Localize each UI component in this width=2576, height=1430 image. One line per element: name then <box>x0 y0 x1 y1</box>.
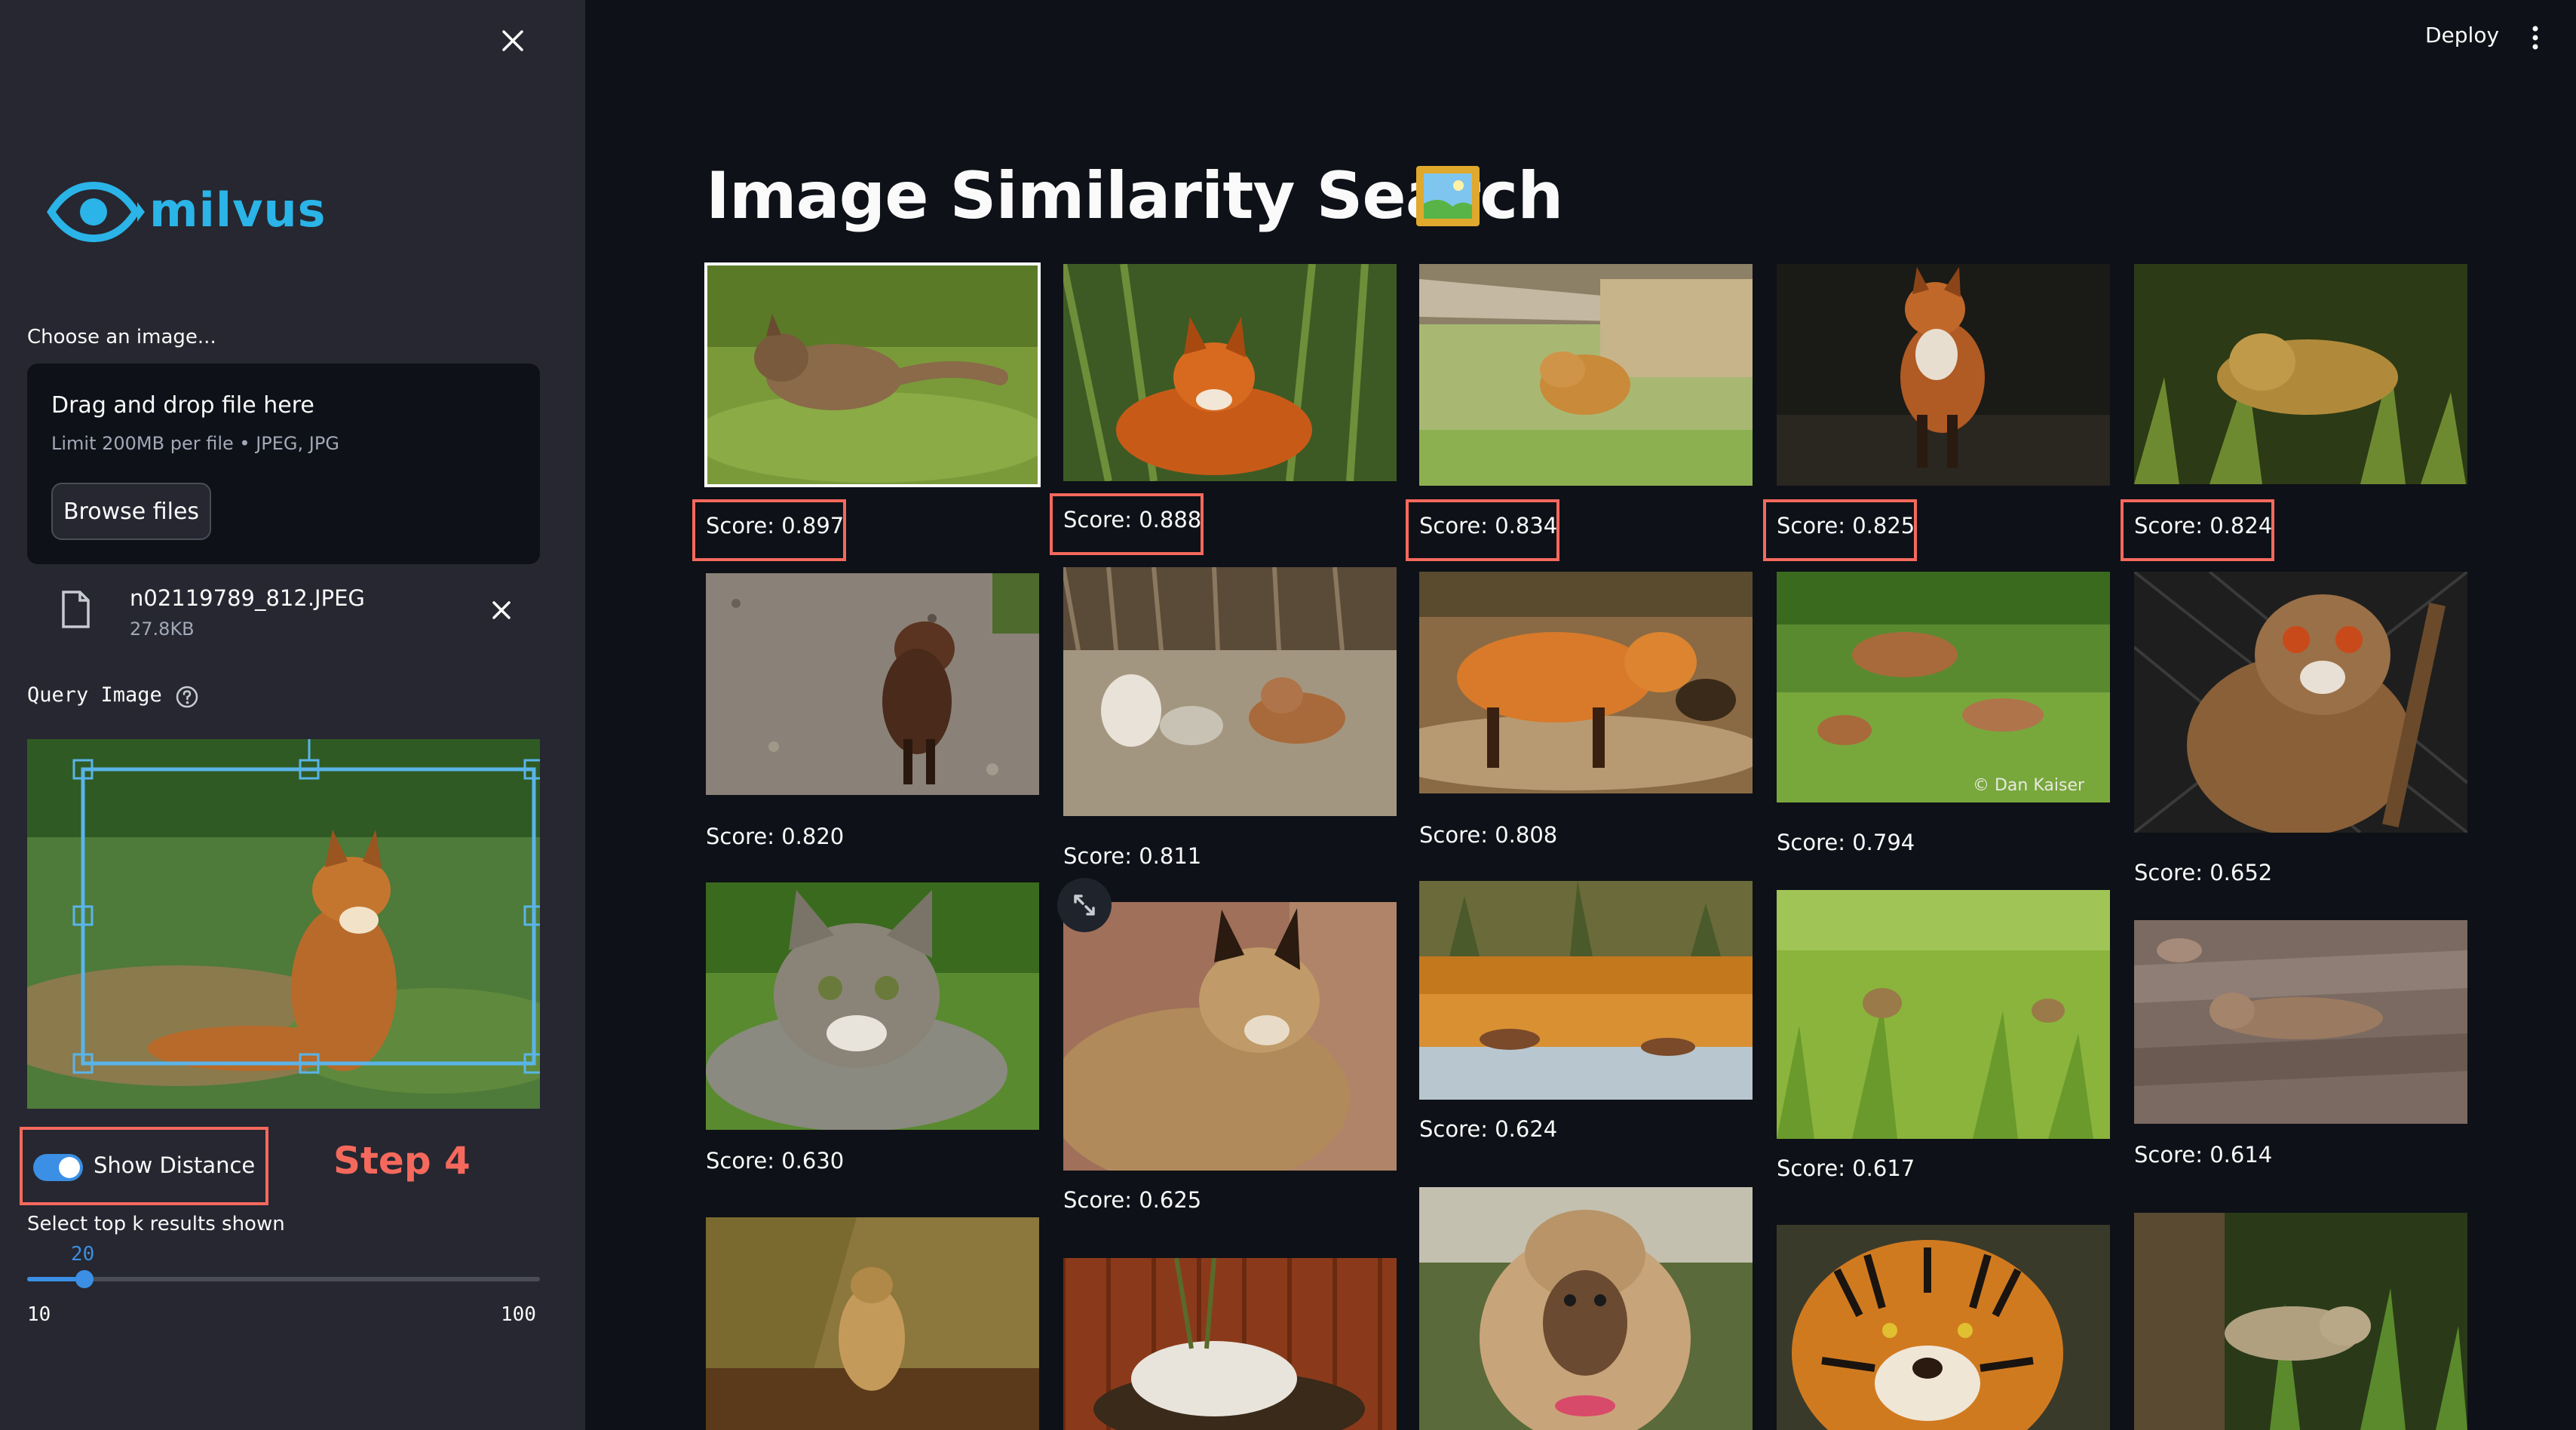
result-image[interactable] <box>706 573 1039 795</box>
top-k-slider-label: Select top k results shown <box>27 1213 285 1235</box>
milvus-eye-icon <box>47 181 145 243</box>
afghan-hound-image <box>1419 1187 1753 1430</box>
foxes-grass-image: © Dan Kaiser <box>1777 572 2110 802</box>
result-image[interactable]: © Dan Kaiser <box>1777 572 2110 802</box>
fox-family-image <box>1063 567 1397 816</box>
choose-image-label: Choose an image... <box>27 326 216 348</box>
result-image[interactable] <box>1419 1187 1753 1430</box>
browse-files-button[interactable]: Browse files <box>51 483 211 540</box>
meerkat-image <box>706 1217 1039 1430</box>
result-image[interactable] <box>1419 264 1753 486</box>
remove-file-icon[interactable] <box>489 597 514 623</box>
file-name: n02119789_812.JPEG <box>130 585 365 611</box>
fox-gravel-image <box>706 573 1039 795</box>
dog-in-yard-image <box>1063 1258 1397 1430</box>
logo-text: milvus <box>149 183 327 238</box>
result-score: Score: 0.888 <box>1063 507 1202 532</box>
dropzone-title: Drag and drop file here <box>51 392 314 419</box>
mongoose-rocks-image <box>2134 920 2467 1124</box>
result-score: Score: 0.624 <box>1419 1116 1558 1142</box>
query-image-label: Query Image <box>27 683 162 707</box>
framed-picture-icon <box>1416 166 1480 226</box>
result-score: Score: 0.630 <box>706 1148 845 1174</box>
show-distance-label: Show Distance <box>94 1152 256 1178</box>
result-image[interactable] <box>1063 567 1397 816</box>
top-k-slider-value: 20 <box>71 1243 95 1266</box>
result-image[interactable] <box>1063 264 1397 481</box>
red-fox-grass-image <box>1063 264 1397 481</box>
result-score: Score: 0.808 <box>1419 822 1558 848</box>
result-score: Score: 0.825 <box>1777 513 1915 539</box>
result-score: Score: 0.811 <box>1063 843 1202 869</box>
help-icon[interactable] <box>175 685 199 709</box>
file-icon <box>62 591 90 628</box>
capybaras-water-image <box>1419 881 1753 1100</box>
result-score: Score: 0.794 <box>1777 830 1915 855</box>
show-distance-toggle[interactable] <box>33 1154 83 1181</box>
svg-text:© Dan Kaiser: © Dan Kaiser <box>1973 776 2085 795</box>
uploaded-file: n02119789_812.JPEG 27.8KB <box>27 578 540 647</box>
step-annotation: Step 4 <box>333 1139 471 1183</box>
expand-icon <box>1074 895 1095 916</box>
result-score: Score: 0.824 <box>2134 513 2273 539</box>
result-image[interactable] <box>706 1217 1039 1430</box>
result-score: Score: 0.834 <box>1419 513 1558 539</box>
slider-max: 100 <box>501 1303 536 1326</box>
result-image[interactable] <box>1419 572 1753 793</box>
result-image[interactable] <box>2134 1213 2467 1430</box>
tiger-image <box>1777 1225 2110 1430</box>
result-image[interactable] <box>1063 1258 1397 1430</box>
fox-resting-image <box>1419 264 1753 486</box>
result-image[interactable] <box>1063 902 1397 1171</box>
result-score: Score: 0.652 <box>2134 860 2273 885</box>
result-score: Score: 0.897 <box>706 513 845 539</box>
animal-in-grass-image <box>1777 890 2110 1139</box>
query-image-fox <box>27 739 540 1109</box>
dropzone-limit: Limit 200MB per file • JPEG, JPG <box>51 433 339 454</box>
slider-thumb[interactable] <box>75 1270 94 1288</box>
caracal-image <box>1063 902 1397 1171</box>
result-image[interactable] <box>2134 264 2467 484</box>
file-uploader-dropzone[interactable]: Drag and drop file here Limit 200MB per … <box>27 364 540 564</box>
selected-image-border <box>704 262 1041 487</box>
fox-walking-image <box>1419 572 1753 793</box>
file-size: 27.8KB <box>130 618 195 640</box>
lemur-image <box>2134 572 2467 833</box>
fox-night-image <box>1777 264 2110 486</box>
result-image[interactable] <box>1777 264 2110 486</box>
slider-min: 10 <box>27 1303 51 1326</box>
result-image[interactable] <box>1419 881 1753 1100</box>
close-sidebar-icon[interactable] <box>498 26 528 56</box>
mongoose-forest-image <box>2134 1213 2467 1430</box>
show-distance-toggle-row: Show Distance <box>20 1127 268 1205</box>
milvus-logo: milvus <box>47 180 326 244</box>
fox-dark-grass-image <box>2134 264 2467 484</box>
top-k-slider[interactable] <box>27 1270 540 1288</box>
sidebar: milvus Choose an image... Drag and drop … <box>0 0 585 1430</box>
tabby-cat-image <box>706 882 1039 1130</box>
deploy-button[interactable]: Deploy <box>2425 23 2499 48</box>
expand-image-button[interactable] <box>1057 878 1112 932</box>
result-image[interactable] <box>1777 890 2110 1139</box>
result-image[interactable] <box>706 882 1039 1130</box>
result-image[interactable] <box>2134 572 2467 833</box>
result-score: Score: 0.625 <box>1063 1187 1202 1213</box>
result-score: Score: 0.617 <box>1777 1155 1915 1181</box>
more-menu-icon[interactable] <box>2528 24 2543 51</box>
result-score: Score: 0.820 <box>706 824 845 849</box>
result-score: Score: 0.614 <box>2134 1142 2273 1168</box>
result-image[interactable] <box>2134 920 2467 1124</box>
query-image-cropper[interactable] <box>27 739 540 1109</box>
result-image[interactable] <box>1777 1225 2110 1430</box>
